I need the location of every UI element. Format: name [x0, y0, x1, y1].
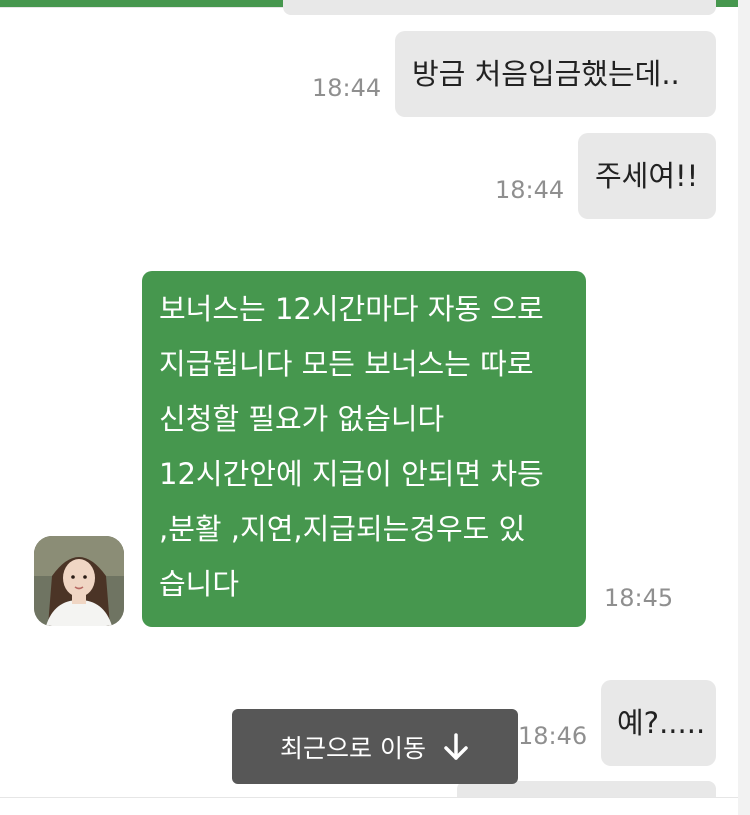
message-line: 지급됩니다 모든 보너스는 따로 — [159, 347, 534, 381]
scrollbar[interactable] — [738, 0, 750, 815]
arrow-down-icon — [442, 732, 470, 762]
outgoing-message-bubble[interactable]: 예?..... — [601, 680, 716, 766]
message-time: 18:44 — [312, 74, 382, 102]
message-line: ,분활 ,지연,지급되는경우도 있 — [159, 512, 526, 546]
message-line: 보너스는 12시간마다 자동 으로 — [159, 292, 544, 326]
message-text: 예?..... — [617, 706, 706, 740]
message-line: 신청할 필요가 없습니다 — [159, 402, 445, 436]
message-line: 12시간안에 지급이 안되면 차등 — [159, 457, 544, 491]
message-time: 18:45 — [604, 584, 674, 612]
previous-message-bubble-partial — [283, 0, 716, 15]
message-time: 18:44 — [495, 176, 565, 204]
incoming-message-bubble[interactable]: 보너스는 12시간마다 자동 으로 지급됩니다 모든 보너스는 따로 신청할 필… — [142, 271, 586, 627]
message-text: 주세여!! — [595, 159, 699, 193]
jump-button-label: 최근으로 이동 — [280, 733, 426, 763]
sender-avatar[interactable] — [34, 536, 124, 626]
message-line: 습니다 — [159, 567, 240, 601]
top-divider — [0, 7, 283, 8]
outgoing-message-bubble[interactable]: 방금 처음입금했는데.. — [395, 31, 716, 117]
input-area-top-edge — [0, 797, 738, 815]
jump-to-recent-button[interactable]: 최근으로 이동 — [232, 709, 518, 784]
message-time: 18:46 — [518, 722, 588, 750]
avatar-photo-icon — [34, 536, 124, 626]
chat-message-area[interactable]: 18:44 방금 처음입금했는데.. 18:44 주세여!! 보너스는 12시간… — [0, 0, 738, 815]
message-text: 방금 처음입금했는데.. — [412, 57, 680, 91]
outgoing-message-bubble[interactable]: 주세여!! — [578, 133, 716, 219]
